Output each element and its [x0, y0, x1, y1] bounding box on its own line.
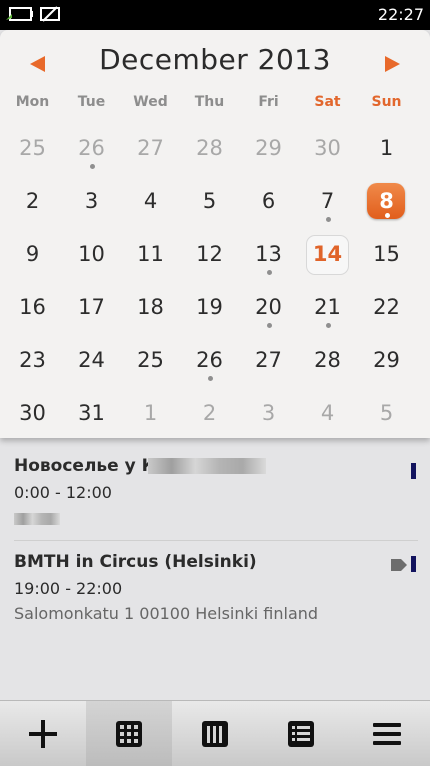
menu-icon: [373, 722, 401, 745]
day-cell[interactable]: 3: [239, 387, 298, 439]
day-cell[interactable]: 22: [357, 281, 416, 333]
calendar-color-marker: [411, 463, 416, 479]
day-cell[interactable]: 5: [180, 175, 239, 227]
week-view-icon: [202, 720, 228, 747]
day-cell[interactable]: 16: [3, 281, 62, 333]
day-cell[interactable]: 29: [357, 334, 416, 386]
event-indicator-dot: [325, 217, 331, 222]
weekday-sat: Sat: [314, 94, 341, 110]
weekday-thu: Thu: [194, 94, 225, 110]
day-cell[interactable]: 11: [121, 228, 180, 280]
day-cell[interactable]: 4: [298, 387, 357, 439]
day-cell[interactable]: 1: [357, 122, 416, 174]
day-cell[interactable]: 20: [239, 281, 298, 333]
day-cell[interactable]: 31: [62, 387, 121, 439]
battery-charging-icon: [6, 7, 33, 21]
day-cell[interactable]: 9: [3, 228, 62, 280]
day-cell[interactable]: 25: [3, 122, 62, 174]
redacted-text: [14, 512, 60, 525]
event-indicator-dot: [89, 164, 95, 169]
event-indicator-dot: [207, 376, 213, 381]
event-divider: [14, 540, 418, 541]
day-cell[interactable]: 5: [357, 387, 416, 439]
event-location: Salomonkatu 1 00100 Helsinki finland: [14, 604, 319, 623]
day-cell[interactable]: 10: [62, 228, 121, 280]
event-item[interactable]: BMTH in Circus (Helsinki) 19:00 - 22:00 …: [14, 552, 418, 623]
status-bar: 22:27: [0, 0, 430, 30]
day-cell[interactable]: 26: [180, 334, 239, 386]
day-cell[interactable]: 23: [3, 334, 62, 386]
day-cell[interactable]: 29: [239, 122, 298, 174]
event-indicator-dot: [266, 270, 272, 275]
event-indicator-dot: [266, 323, 272, 328]
location-icon: [391, 559, 407, 571]
day-cell[interactable]: 6: [239, 175, 298, 227]
month-title: December 2013: [99, 43, 331, 76]
day-cell[interactable]: 1: [121, 387, 180, 439]
next-month-button[interactable]: [385, 56, 400, 72]
weekday-fri: Fri: [258, 94, 279, 110]
agenda-view-icon: [288, 720, 314, 747]
day-cell[interactable]: 7: [298, 175, 357, 227]
add-event-button[interactable]: [0, 701, 86, 766]
weekday-mon: Mon: [15, 94, 50, 110]
menu-button[interactable]: [344, 701, 430, 766]
day-cell[interactable]: 25: [121, 334, 180, 386]
weekday-sun: Sun: [371, 94, 402, 110]
clock: 22:27: [377, 5, 424, 24]
weekday-header: Mon Tue Wed Thu Fri Sat Sun: [0, 94, 430, 116]
day-cell[interactable]: 28: [298, 334, 357, 386]
day-cell[interactable]: 27: [121, 122, 180, 174]
add-icon: [29, 719, 57, 748]
day-cell[interactable]: 2: [3, 175, 62, 227]
month-view-icon: [116, 720, 142, 747]
event-indicator-dot: [384, 213, 390, 218]
day-cell[interactable]: 3: [62, 175, 121, 227]
event-indicator-dot: [325, 323, 331, 328]
bottom-toolbar: [0, 700, 430, 766]
day-cell[interactable]: 4: [121, 175, 180, 227]
day-cell[interactable]: 24: [62, 334, 121, 386]
day-cell[interactable]: 30: [298, 122, 357, 174]
day-cell[interactable]: 2: [180, 387, 239, 439]
month-header: December 2013: [0, 30, 430, 96]
day-cell[interactable]: 26: [62, 122, 121, 174]
event-title: BMTH in Circus (Helsinki): [14, 552, 257, 572]
month-calendar: December 2013 Mon Tue Wed Thu Fri Sat Su…: [0, 30, 430, 438]
day-cell[interactable]: 21: [298, 281, 357, 333]
day-cell[interactable]: 13: [239, 228, 298, 280]
week-view-button[interactable]: [172, 701, 258, 766]
agenda-view-button[interactable]: [258, 701, 344, 766]
day-cell[interactable]: 18: [121, 281, 180, 333]
day-cell[interactable]: 19: [180, 281, 239, 333]
day-cell[interactable]: 28: [180, 122, 239, 174]
event-time: 0:00 - 12:00: [14, 483, 112, 502]
today-day-cell[interactable]: 14: [298, 228, 357, 280]
day-cell[interactable]: 30: [3, 387, 62, 439]
day-cell[interactable]: 27: [239, 334, 298, 386]
event-title: Новоселье у К: [14, 456, 156, 476]
day-cell[interactable]: 12: [180, 228, 239, 280]
day-grid: 25 26 27 28 29 30 1 2 3 4 5 6 7 8 9 10 1…: [0, 122, 430, 438]
weekday-wed: Wed: [133, 94, 168, 110]
day-cell[interactable]: 15: [357, 228, 416, 280]
selected-day-cell[interactable]: 8: [357, 175, 416, 227]
event-time: 19:00 - 22:00: [14, 579, 123, 598]
redacted-text: [147, 458, 266, 474]
mail-muted-icon: [40, 6, 60, 22]
day-cell[interactable]: 17: [62, 281, 121, 333]
weekday-tue: Tue: [77, 94, 106, 110]
event-location: [14, 508, 418, 527]
event-item[interactable]: Новоселье у К 0:00 - 12:00: [14, 456, 418, 527]
month-view-button[interactable]: [86, 701, 172, 766]
calendar-color-marker: [411, 556, 416, 572]
